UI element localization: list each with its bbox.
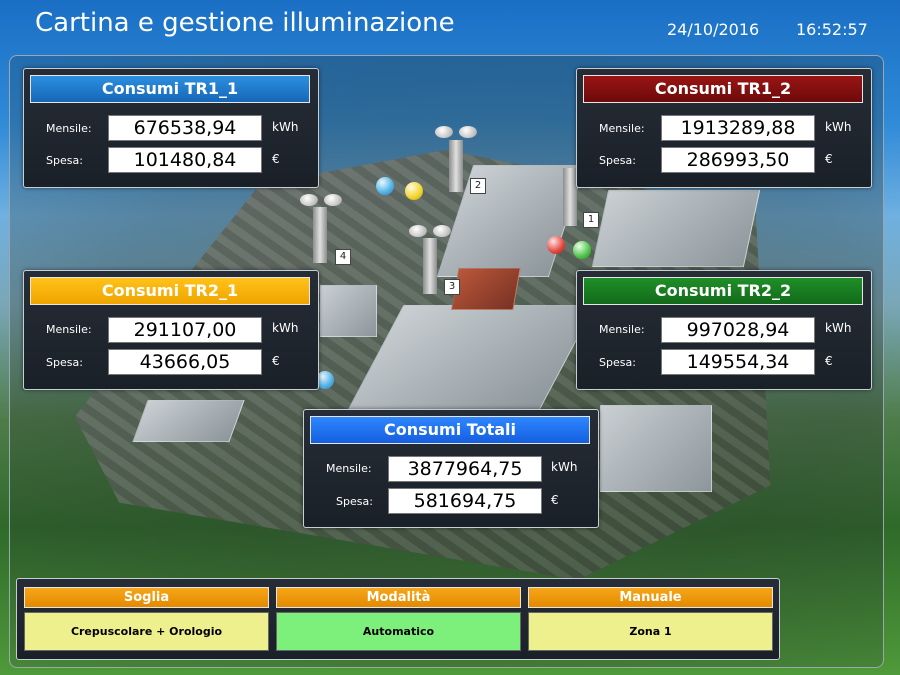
map-building [320, 285, 377, 337]
lamp-head-icon [409, 225, 451, 241]
time-display: 16:52:57 [796, 20, 868, 39]
spesa-unit: € [272, 152, 280, 166]
lamp-number-2: 2 [470, 178, 486, 194]
card-totali: Consumi Totali Mensile: 3877964,75 kWh S… [303, 409, 599, 528]
mensile-label: Mensile: [46, 122, 92, 135]
card-title: Consumi TR1_2 [583, 75, 863, 103]
status-light-icon [573, 241, 591, 259]
spesa-unit: € [551, 493, 559, 507]
lamp-number-1: 1 [583, 212, 599, 228]
map-building [451, 268, 521, 310]
spesa-value: 581694,75 [388, 488, 542, 514]
mensile-value: 997028,94 [661, 317, 815, 343]
mensile-unit: kWh [272, 120, 299, 134]
page-title: Cartina e gestione illuminazione [35, 8, 455, 38]
map-building [591, 190, 761, 267]
mensile-unit: kWh [551, 460, 578, 474]
mensile-label: Mensile: [599, 323, 645, 336]
spesa-value: 101480,84 [108, 147, 262, 173]
mensile-unit: kWh [825, 321, 852, 335]
spesa-value: 149554,34 [661, 349, 815, 375]
spesa-label: Spesa: [46, 356, 83, 369]
mensile-label: Mensile: [599, 122, 645, 135]
lamp-number-4: 4 [335, 249, 351, 265]
mensile-unit: kWh [825, 120, 852, 134]
map-building [600, 405, 712, 492]
spesa-unit: € [825, 152, 833, 166]
soglia-value-button[interactable]: Crepuscolare + Orologio [24, 612, 269, 651]
status-light-icon [376, 177, 394, 195]
control-panel: Soglia Crepuscolare + Orologio Modalità … [16, 578, 780, 660]
mensile-value: 1913289,88 [661, 115, 815, 141]
modalita-value-button[interactable]: Automatico [276, 612, 521, 651]
mensile-value: 3877964,75 [388, 456, 542, 482]
status-light-icon [547, 236, 565, 254]
soglia-header: Soglia [24, 587, 269, 608]
map-building [132, 400, 245, 442]
lamp-head-icon [435, 126, 477, 142]
mensile-value: 291107,00 [108, 317, 262, 343]
card-tr1-2: Consumi TR1_2 Mensile: 1913289,88 kWh Sp… [576, 68, 872, 188]
spesa-label: Spesa: [599, 356, 636, 369]
spesa-label: Spesa: [599, 154, 636, 167]
card-tr1-1: Consumi TR1_1 Mensile: 676538,94 kWh Spe… [23, 68, 319, 188]
street-lamp-icon[interactable] [563, 168, 577, 226]
mensile-value: 676538,94 [108, 115, 262, 141]
spesa-label: Spesa: [336, 495, 373, 508]
manuale-header: Manuale [528, 587, 773, 608]
card-title: Consumi TR2_1 [30, 277, 310, 305]
manuale-value-button[interactable]: Zona 1 [528, 612, 773, 651]
date-display: 24/10/2016 [667, 20, 760, 39]
spesa-unit: € [272, 354, 280, 368]
header: Cartina e gestione illuminazione 24/10/2… [0, 0, 900, 52]
street-lamp-icon[interactable] [423, 238, 437, 294]
lamp-number-3: 3 [444, 279, 460, 295]
lamp-head-icon [300, 194, 342, 210]
mensile-label: Mensile: [46, 323, 92, 336]
card-title: Consumi Totali [310, 416, 590, 444]
mensile-label: Mensile: [326, 462, 372, 475]
status-light-icon [405, 182, 423, 200]
street-lamp-icon[interactable] [449, 140, 463, 192]
modalita-header: Modalità [276, 587, 521, 608]
street-lamp-icon[interactable] [313, 207, 327, 263]
spesa-unit: € [825, 354, 833, 368]
spesa-label: Spesa: [46, 154, 83, 167]
spesa-value: 43666,05 [108, 349, 262, 375]
card-title: Consumi TR2_2 [583, 277, 863, 305]
card-title: Consumi TR1_1 [30, 75, 310, 103]
card-tr2-1: Consumi TR2_1 Mensile: 291107,00 kWh Spe… [23, 270, 319, 390]
card-tr2-2: Consumi TR2_2 Mensile: 997028,94 kWh Spe… [576, 270, 872, 390]
spesa-value: 286993,50 [661, 147, 815, 173]
mensile-unit: kWh [272, 321, 299, 335]
